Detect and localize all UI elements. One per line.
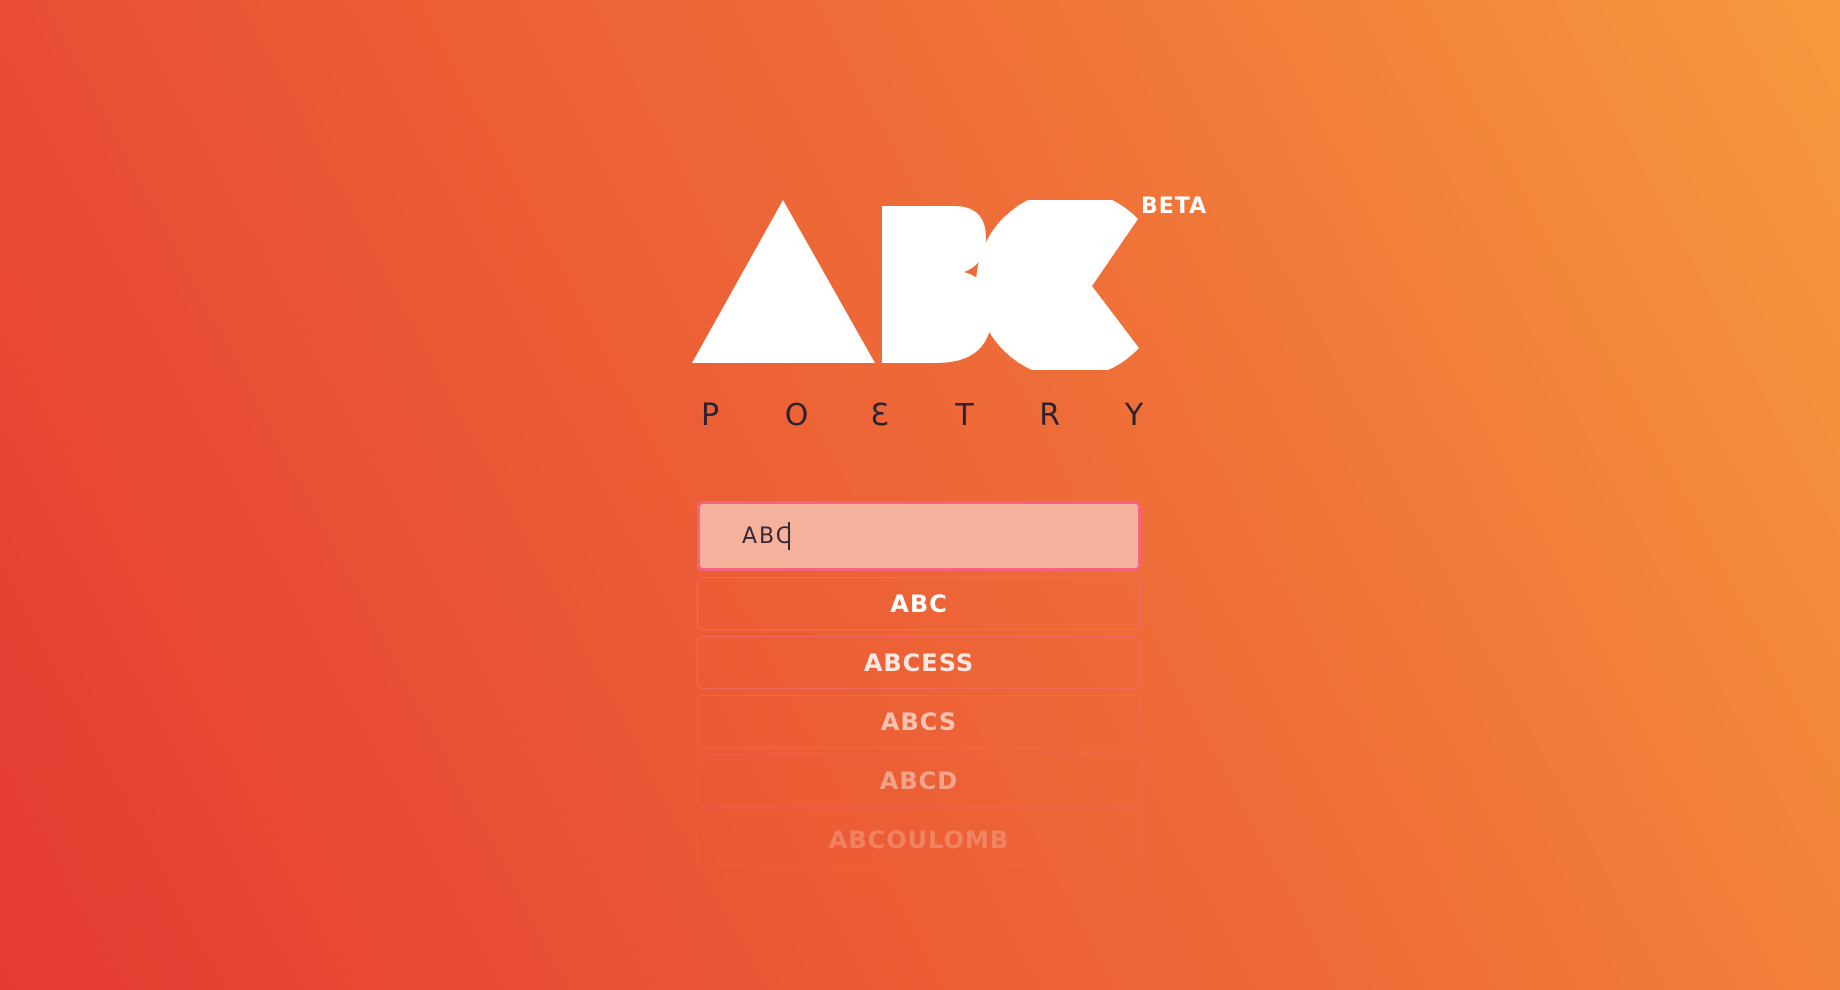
text-caret (788, 522, 790, 550)
suggestion-item[interactable]: ABCESS (697, 636, 1141, 689)
tagline-letter: Ɛ (870, 398, 889, 433)
suggestion-label: ABCD (879, 766, 959, 795)
suggestion-list: ABC ABCESS ABCS ABCD ABCOULOMB (697, 577, 1141, 872)
abc-logo-mark (692, 200, 1139, 370)
tagline-letter: O (784, 398, 809, 433)
tagline-letter: R (1039, 398, 1061, 433)
beta-badge: BETA (1141, 194, 1208, 219)
suggestion-item[interactable]: ABCS (697, 695, 1141, 748)
tagline-poetry: P O Ɛ T R Y (700, 398, 1144, 434)
suggestion-item[interactable]: ABCOULOMB (697, 813, 1141, 866)
suggestion-label: ABCOULOMB (828, 825, 1010, 854)
tagline-letter: P (700, 398, 720, 433)
suggestion-label: ABCESS (863, 648, 975, 677)
tagline-letter: Y (1124, 398, 1144, 433)
suggestion-label: ABC (890, 589, 948, 618)
suggestion-item[interactable]: ABCD (697, 754, 1141, 807)
search-box[interactable] (697, 501, 1141, 571)
page: BETA P O Ɛ T R Y ABC ABCESS ABCS ABCD AB… (0, 0, 1840, 990)
suggestion-label: ABCS (880, 707, 958, 736)
tagline-letter: T (955, 398, 974, 433)
search-input[interactable] (700, 504, 1138, 568)
suggestion-item[interactable]: ABC (697, 577, 1141, 630)
abc-logo (692, 200, 1212, 370)
